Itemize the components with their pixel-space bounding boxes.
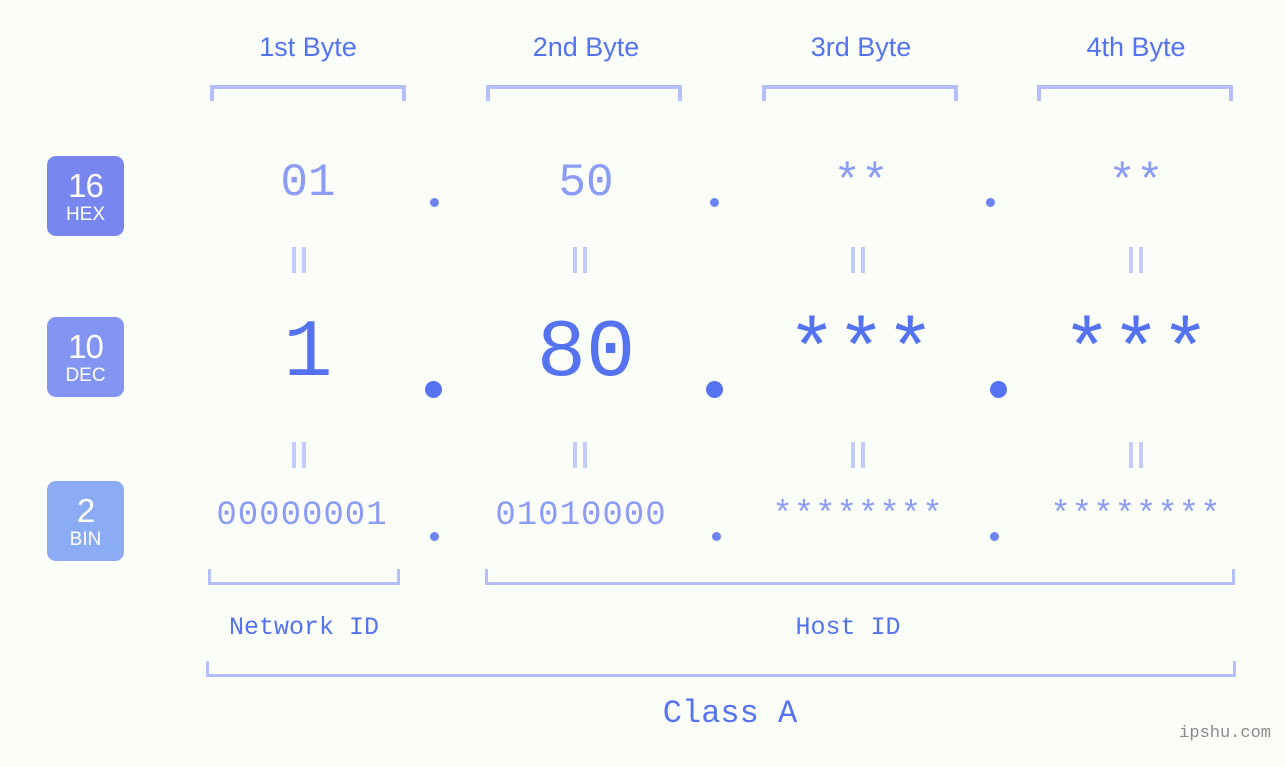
equals-mark-1-3 <box>851 247 865 273</box>
ip-byte-breakdown-diagram: 1st Byte 2nd Byte 3rd Byte 4th Byte 16 H… <box>0 0 1285 767</box>
equals-mark-2-4 <box>1129 442 1143 468</box>
byte-bracket-2 <box>486 85 682 101</box>
host-id-label: Host ID <box>795 613 901 642</box>
radix-badge-hex-number: 16 <box>68 166 104 204</box>
hex-separator-3 <box>986 198 995 207</box>
equals-mark-2-1 <box>292 442 306 468</box>
class-bracket <box>206 661 1236 677</box>
byte-bracket-4 <box>1037 85 1233 101</box>
dec-separator-2 <box>706 381 723 398</box>
byte-header-3: 3rd Byte <box>810 32 912 62</box>
bin-separator-1 <box>430 532 439 541</box>
bin-byte-1: 00000001 <box>216 497 388 535</box>
radix-badge-dec-name: DEC <box>65 364 106 386</box>
hex-separator-1 <box>430 198 439 207</box>
bin-byte-4: ******** <box>1050 497 1222 535</box>
radix-badge-hex-name: HEX <box>65 203 106 225</box>
equals-mark-2-2 <box>573 442 587 468</box>
dec-byte-4: *** <box>1062 307 1210 400</box>
hex-byte-1: 01 <box>280 157 336 209</box>
hex-byte-2: 50 <box>558 157 614 209</box>
bin-separator-3 <box>990 532 999 541</box>
radix-badge-bin: 2 BIN <box>47 481 124 561</box>
dec-byte-2: 80 <box>536 307 636 400</box>
radix-badge-bin-number: 2 <box>76 491 95 529</box>
bin-separator-2 <box>712 532 721 541</box>
byte-bracket-1 <box>210 85 406 101</box>
byte-bracket-3 <box>762 85 958 101</box>
byte-header-1: 1st Byte <box>259 32 357 62</box>
hex-byte-4: ** <box>1108 157 1164 209</box>
network-id-bracket <box>208 569 400 585</box>
dec-separator-3 <box>990 381 1007 398</box>
site-watermark: ipshu.com <box>1179 724 1271 743</box>
network-id-label: Network ID <box>228 613 380 642</box>
hex-separator-2 <box>710 198 719 207</box>
radix-badge-dec: 10 DEC <box>47 317 124 397</box>
dec-byte-1: 1 <box>283 307 333 400</box>
bin-byte-3: ******** <box>772 497 944 535</box>
bin-byte-2: 01010000 <box>495 497 667 535</box>
hex-byte-3: ** <box>833 157 889 209</box>
byte-header-2: 2nd Byte <box>532 32 640 62</box>
equals-mark-2-3 <box>851 442 865 468</box>
host-id-bracket <box>485 569 1235 585</box>
class-label: Class A <box>662 695 798 732</box>
radix-badge-dec-number: 10 <box>68 327 104 365</box>
equals-mark-1-2 <box>573 247 587 273</box>
dec-byte-3: *** <box>787 307 935 400</box>
radix-badge-bin-name: BIN <box>69 528 102 550</box>
radix-badge-hex: 16 HEX <box>47 156 124 236</box>
dec-separator-1 <box>425 381 442 398</box>
equals-mark-1-1 <box>292 247 306 273</box>
equals-mark-1-4 <box>1129 247 1143 273</box>
byte-header-4: 4th Byte <box>1086 32 1186 62</box>
